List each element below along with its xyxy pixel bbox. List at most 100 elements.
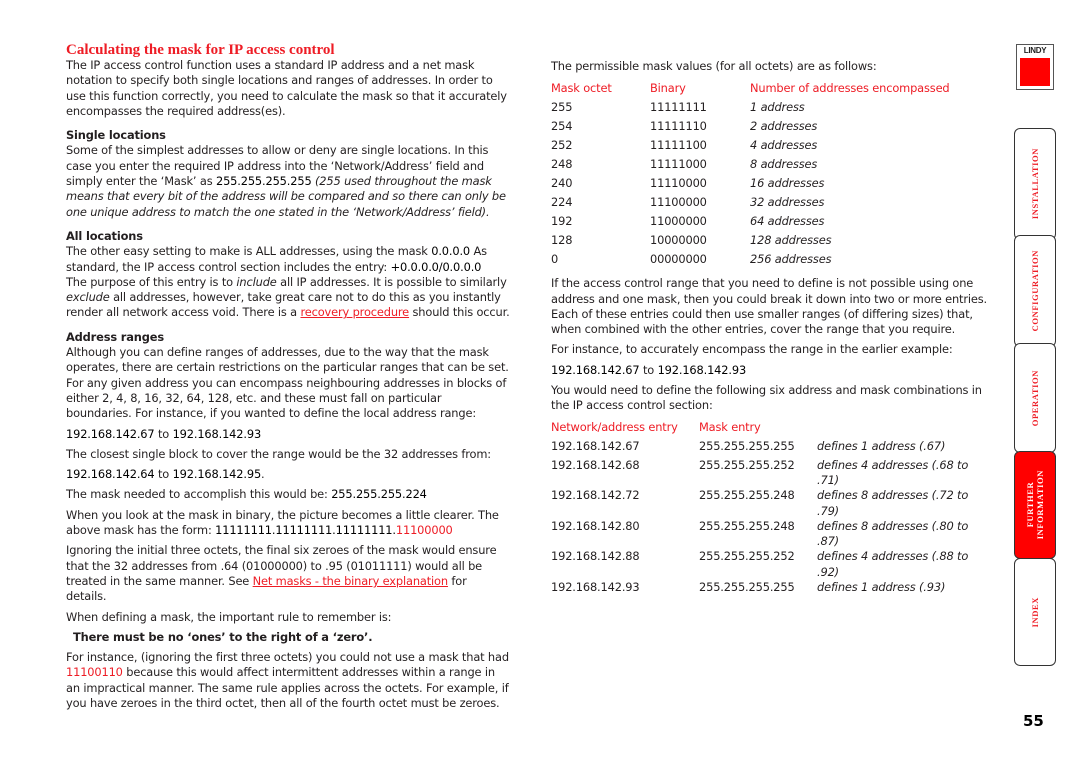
permissible-intro: The permissible mask values (for all oct… [551,59,877,73]
ignoring-paragraph: Ignoring the initial three octets, the f… [66,543,510,604]
mask-needed-paragraph: The mask needed to accomplish this would… [66,487,510,502]
text: The mask needed to accomplish this would… [66,487,332,502]
text: to [639,362,658,377]
mask-values-table: Mask octet Binary Number of addresses en… [551,81,950,271]
table-cell: 1 address [750,100,805,115]
tab-installation[interactable]: INSTALLATION [1014,128,1056,240]
tab-configuration[interactable]: CONFIGURATION [1014,235,1056,347]
text: should this occur. [409,305,510,320]
table-row: 192.168.142.93 255.255.255.255 defines 1 a… [551,580,991,599]
range-example: 192.168.142.67 to 192.168.142.93 [66,427,510,442]
table-cell: 11111110 [650,119,707,134]
closest-block-paragraph: The closest single block to cover the ra… [66,446,491,461]
table-cell: 192.168.142.72 [551,488,640,503]
range-from: 192.168.142.67 [66,426,155,441]
all-locations-heading: All locations [66,228,143,243]
right-column: The permissible mask values (for all oct… [551,59,991,599]
rule-intro: When defining a mask, the important rule… [66,609,392,624]
text: to [154,467,173,482]
intro-paragraph: The IP access control function uses a st… [66,58,507,118]
tab-operation[interactable]: OPERATION [1014,343,1056,453]
table-cell: 255.255.255.248 [699,488,795,503]
table-row: 255 11111111 1 address [551,100,950,119]
net-masks-link[interactable]: Net masks - the binary explanation [253,574,448,588]
table-cell: 224 [551,195,573,210]
tab-label: OPERATION [1030,369,1040,427]
include-emphasis: include [236,274,277,289]
table-cell: 255.255.255.255 [699,438,795,453]
left-column: Calculating the mask for IP access contr… [66,42,510,711]
table-row: 0 00000000 256 addresses [551,252,950,271]
exclude-emphasis: exclude [66,290,110,305]
table-cell: 4 addresses [750,138,818,153]
table-cell: 192.168.142.80 [551,518,640,533]
text: The other easy setting to make is ALL ad… [66,244,432,259]
text: because this would affect intermittent a… [66,665,509,710]
table-cell: 240 [551,176,573,191]
break-down-paragraph: If the access control range that you nee… [551,276,988,337]
table-row: 192.168.142.72 255.255.255.248 defines 8 a… [551,488,991,519]
binary-paragraph: When you look at the mask in binary, the… [66,508,510,539]
text: to [154,426,173,441]
single-locations-heading: Single locations [66,128,166,143]
table-cell: 10000000 [650,233,707,248]
mask-rule: There must be no ‘ones’ to the right of … [73,629,373,644]
table-cell: 192.168.142.88 [551,549,640,564]
table-cell: 11111100 [650,138,707,153]
table-cell: 2 addresses [750,119,818,134]
table-cell: 11000000 [650,214,707,229]
table-cell: defines 4 addresses (.88 to .92) [817,549,969,579]
table-row: 192.168.142.80 255.255.255.248 defines 8 a… [551,519,991,550]
column-header: Binary [650,81,686,96]
entry-value: +0.0.0.0/0.0.0.0 [390,259,482,274]
table-row: 224 11100000 32 addresses [551,195,950,214]
table-cell: 255.255.255.255 [699,580,795,595]
table-cell: defines 4 addresses (.68 to .71) [817,457,969,487]
table-cell: 11111111 [650,100,707,115]
tab-index[interactable]: INDEX [1014,558,1056,666]
tab-further-information[interactable]: FURTHER INFORMATION [1014,451,1056,559]
table-cell: 255.255.255.252 [699,457,795,472]
entries-table: Network/address entry Mask entry 192.168… [551,420,991,599]
table-cell: 192 [551,214,573,229]
table-row: 192.168.142.88 255.255.255.252 defines 4 a… [551,549,991,580]
table-row: 192.168.142.68 255.255.255.252 defines 4 a… [551,458,991,489]
table-cell: 00000000 [650,252,707,267]
table-cell: 0 [551,252,559,267]
table-cell: 255 [551,100,573,115]
six-combinations-paragraph: You would need to define the following s… [551,383,982,413]
page-number: 55 [1023,712,1044,730]
logo-red-square [1020,58,1050,86]
address-ranges-paragraph: Although you can define ranges of addres… [66,345,509,421]
table-cell: 192.168.142.67 [551,438,640,453]
text: . [261,467,265,482]
all-locations-paragraph: The other easy setting to make is ALL ad… [66,244,510,320]
block-from: 192.168.142.64 [66,467,155,482]
range-example: 192.168.142.67 to 192.168.142.93 [551,363,991,378]
table-cell: 254 [551,119,573,134]
table-cell: defines 8 addresses (.72 to .79) [817,488,969,518]
column-header: Mask octet [551,81,612,96]
text: all IP addresses. It is possible to simi… [276,274,507,289]
table-row: 252 11111100 4 addresses [551,138,950,157]
tab-label: FURTHER INFORMATION [1025,470,1045,540]
column-header: Mask entry [699,419,761,434]
table-cell: 64 addresses [750,214,825,229]
table-row: 192 11000000 64 addresses [551,214,950,233]
table-row: 240 11110000 16 addresses [551,176,950,195]
lindy-logo: LINDY [1016,44,1054,90]
table-cell: 248 [551,157,573,172]
range-to: 192.168.142.93 [657,362,747,377]
column-header: Number of addresses encompassed [750,81,950,96]
tab-label: INSTALLATION [1030,148,1040,220]
table-row: 128 10000000 128 addresses [551,233,950,252]
table-cell: 11100000 [650,195,707,210]
tab-label: CONFIGURATION [1030,250,1040,332]
recovery-procedure-link[interactable]: recovery procedure [300,305,409,319]
table-cell: 252 [551,138,573,153]
table-cell: 32 addresses [750,195,825,210]
table-cell: 8 addresses [750,157,818,172]
text: The purpose of this entry is to [66,274,237,289]
single-locations-paragraph: Some of the simplest addresses to allow … [66,143,510,219]
binary-mask-highlight: 11100000 [395,523,453,538]
